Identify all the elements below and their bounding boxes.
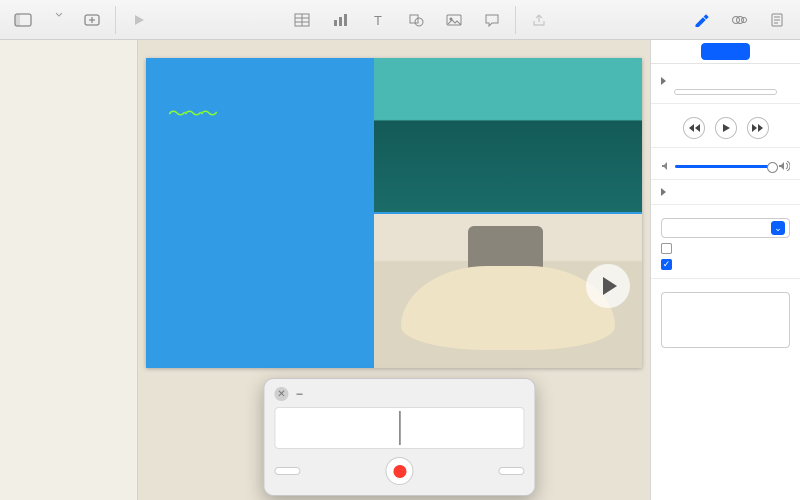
forward-button[interactable] [747,117,769,139]
play-pause-button[interactable] [715,117,737,139]
table-icon [293,12,311,28]
slide-navigator[interactable] [0,40,138,500]
shape-button[interactable] [403,9,429,30]
slide-text-column: ～～～ [146,58,374,368]
animate-button[interactable] [726,9,752,30]
view-icon [14,12,32,28]
slide-media-column [374,58,642,368]
animate-icon [730,12,748,28]
current-slide: ～～～ [146,58,642,368]
zoom-menu[interactable] [48,9,67,20]
view-menu[interactable] [10,9,36,30]
section-repeat: ⌄ ✓ [651,205,800,279]
record-audio-popover: ✕ – [263,378,535,496]
toolbar: T [0,0,800,40]
section-controls [651,104,800,148]
media-bottom-movie[interactable] [374,214,642,368]
text-icon: T [369,12,387,28]
volume-max-icon [778,161,790,171]
inspector-tabs [651,40,800,64]
media-button[interactable] [441,9,467,30]
share-button[interactable] [526,9,552,30]
insert-button[interactable] [498,467,524,475]
checkbox-icon [661,243,672,254]
replace-button[interactable] [674,89,777,95]
chart-icon [331,12,349,28]
inspector-panel: ⌄ ✓ [650,40,800,500]
text-button[interactable]: T [365,9,391,30]
comment-button[interactable] [479,9,505,30]
chart-button[interactable] [327,9,353,30]
svg-text:T: T [374,13,382,27]
section-volume [651,148,800,180]
filename-disclosure[interactable] [661,77,790,85]
shape-icon [407,12,425,28]
repeat-select[interactable]: ⌄ [661,218,790,238]
start-on-click-checkbox[interactable] [661,243,790,254]
audio-waveform[interactable] [274,407,524,449]
tab-movie[interactable] [701,43,749,60]
table-button[interactable] [289,9,315,30]
play-icon [130,12,148,28]
comment-icon [483,12,501,28]
decorative-squiggle: ～～～ [168,100,356,126]
plus-icon [83,12,101,28]
record-button[interactable] [385,457,413,485]
document-icon [768,12,786,28]
section-edit-movie [651,180,800,205]
volume-min-icon [661,161,671,171]
add-slide-button[interactable] [79,9,105,30]
description-textarea[interactable] [661,292,790,348]
document-button[interactable] [764,9,790,30]
slide-canvas[interactable]: ～～～ ✕ – [138,40,650,500]
chevron-updown-icon: ⌄ [771,221,785,235]
playhead-cursor[interactable] [399,411,400,445]
play-button[interactable] [126,9,152,30]
tab-arrange[interactable] [752,40,800,63]
rewind-button[interactable] [683,117,705,139]
tab-style[interactable] [651,40,699,63]
popover-title: – [296,388,302,400]
edit-movie-disclosure[interactable] [661,188,790,196]
volume-slider[interactable] [675,165,774,168]
media-icon [445,12,463,28]
main-area: ～～～ ✕ – [0,40,800,500]
preview-button[interactable] [274,467,300,475]
section-file-info [651,64,800,104]
media-top-image[interactable] [374,58,642,212]
format-icon [692,12,710,28]
format-button[interactable] [688,9,714,30]
share-icon [530,12,548,28]
movie-play-overlay-icon[interactable] [586,264,630,308]
play-across-slides-checkbox[interactable]: ✓ [661,259,790,270]
popover-close-button[interactable]: ✕ [274,387,288,401]
section-description [651,279,800,356]
checkbox-checked-icon: ✓ [661,259,672,270]
